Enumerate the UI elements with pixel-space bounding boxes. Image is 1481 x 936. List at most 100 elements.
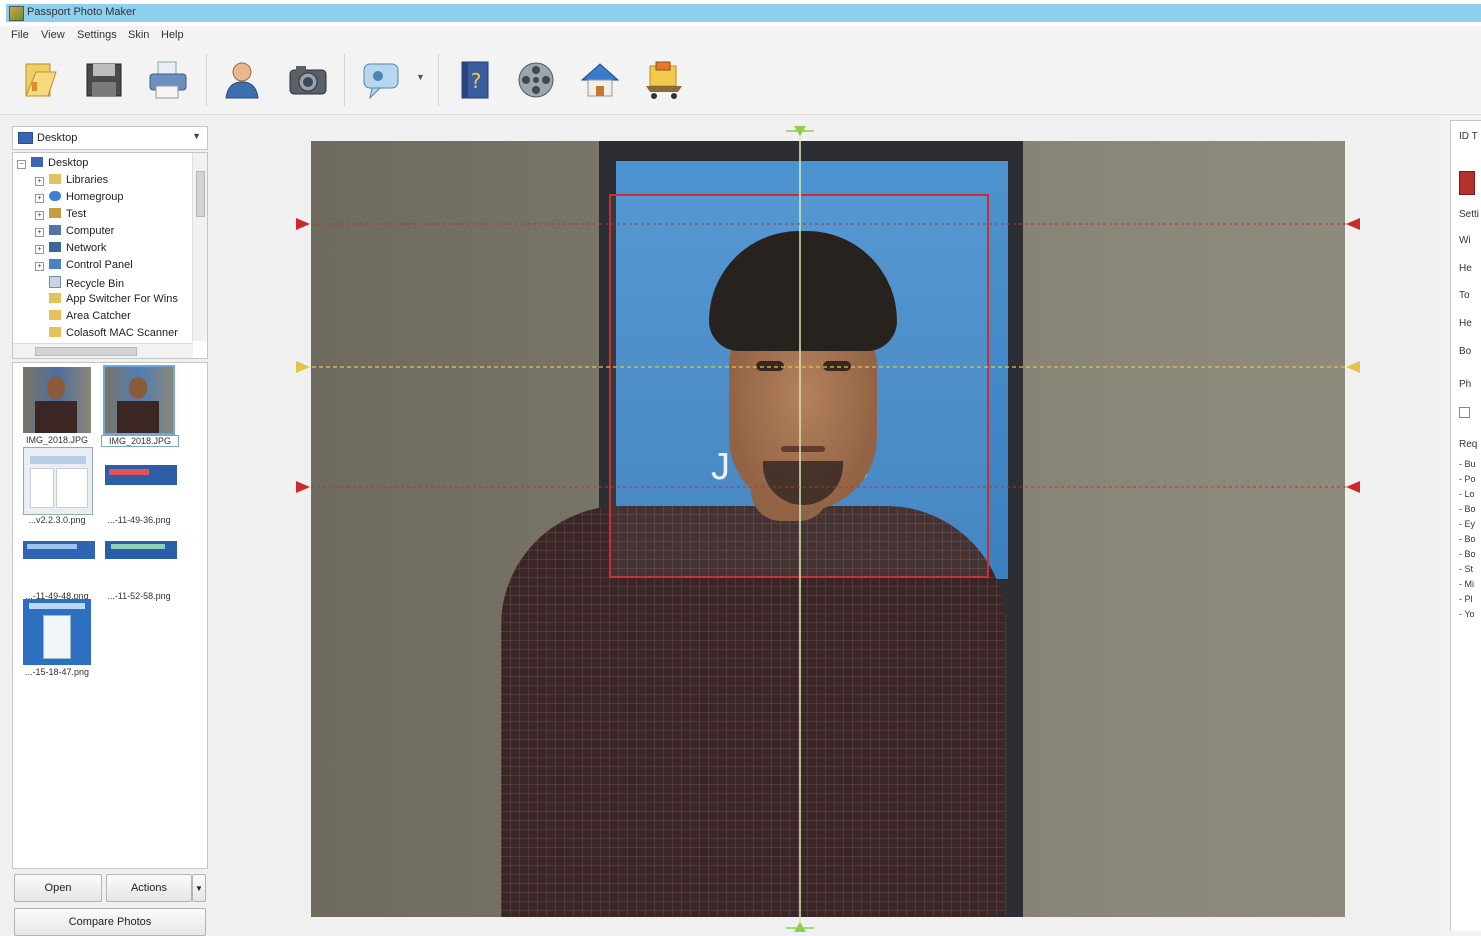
tree-expand-icon[interactable]: + xyxy=(35,228,44,237)
tree-expand-icon[interactable]: + xyxy=(35,211,44,220)
tree-label: Colasoft MAC Scanner xyxy=(66,327,178,339)
computer-icon xyxy=(49,225,61,235)
menu-settings[interactable]: Settings xyxy=(77,29,117,41)
film-reel-icon[interactable] xyxy=(510,56,562,104)
print-icon[interactable] xyxy=(142,56,194,104)
tree-label: Homegroup xyxy=(66,191,124,203)
tree-item-colasoft[interactable]: Colasoft MAC Scanner xyxy=(49,327,178,343)
menu-skin[interactable]: Skin xyxy=(128,29,149,41)
chevron-down-icon[interactable]: ▼ xyxy=(192,131,201,141)
help-book-icon[interactable]: ? xyxy=(448,56,500,104)
requirement-item: - Bo xyxy=(1459,549,1476,559)
folder-icon xyxy=(49,310,61,320)
requirement-item: - Bu xyxy=(1459,459,1476,469)
toolbar-separator xyxy=(344,54,345,106)
tree-item-recycle-bin[interactable]: Recycle Bin xyxy=(49,276,124,292)
tree-item-app-switcher[interactable]: App Switcher For Wins xyxy=(49,293,178,309)
homegroup-icon xyxy=(49,191,61,201)
desktop-icon xyxy=(18,132,33,144)
tree-expand-icon[interactable]: + xyxy=(35,262,44,271)
save-icon[interactable] xyxy=(78,56,130,104)
thumbnail-image xyxy=(105,523,177,589)
folder-combo[interactable]: Desktop ▼ xyxy=(12,126,208,150)
tree-label: Area Catcher xyxy=(66,310,131,322)
open-button[interactable]: Open xyxy=(14,874,102,902)
home-icon[interactable] xyxy=(574,56,626,104)
toolbar-separator xyxy=(438,54,439,106)
tree-label: Libraries xyxy=(66,174,109,186)
folder-combo-value: Desktop xyxy=(37,132,78,144)
network-icon xyxy=(49,242,61,252)
person-eye xyxy=(823,361,851,371)
actions-button[interactable]: Actions xyxy=(106,874,192,902)
folder-icon xyxy=(49,327,61,337)
window-title: Passport Photo Maker xyxy=(27,6,136,18)
requirement-item: - Lo xyxy=(1459,489,1475,499)
bottom-label: Bo xyxy=(1459,346,1472,357)
thumbnail-image xyxy=(23,447,93,515)
right-panel: ID T Setti Wi He To He Bo Ph Req - Bu - … xyxy=(1440,116,1481,936)
chevron-down-icon[interactable]: ▼ xyxy=(416,72,425,82)
tree-label: Network xyxy=(66,242,107,254)
tree-vertical-scrollbar[interactable] xyxy=(192,153,207,341)
scrollbar-thumb[interactable] xyxy=(196,171,205,217)
top-label: To xyxy=(1459,290,1470,301)
svg-text:?: ? xyxy=(471,69,482,93)
thumbnail-image xyxy=(23,599,91,665)
chevron-down-icon[interactable]: ▼ xyxy=(192,874,206,902)
control-panel-icon xyxy=(49,259,61,269)
tree-label: Desktop xyxy=(48,157,89,169)
id-type-icon[interactable] xyxy=(1459,171,1475,195)
tree-label: Recycle Bin xyxy=(66,278,125,290)
photo-canvas[interactable]: J re xyxy=(311,141,1345,917)
requirement-item: - Bo xyxy=(1459,504,1476,514)
camera-icon[interactable] xyxy=(282,56,334,104)
requirement-item: - St xyxy=(1459,564,1474,574)
photo-label: Ph xyxy=(1459,379,1472,390)
title-bar: Passport Photo Maker xyxy=(0,0,1481,26)
folder-tree[interactable]: − Desktop + Libraries + Homegroup + Test… xyxy=(12,152,208,359)
photo-checkbox[interactable] xyxy=(1459,407,1470,418)
requirement-item: - Yo xyxy=(1459,609,1475,619)
requirement-item: - Ey xyxy=(1459,519,1476,529)
tree-expand-icon[interactable]: + xyxy=(35,245,44,254)
person-eye xyxy=(756,361,784,371)
left-panel: Desktop ▼ − Desktop + Libraries + Homegr… xyxy=(10,122,208,936)
requirements-label: Req xyxy=(1459,439,1478,450)
open-folder-icon[interactable] xyxy=(14,56,66,104)
settings-label: Setti xyxy=(1459,209,1480,220)
recycle-bin-icon xyxy=(49,276,61,288)
head-label: He xyxy=(1459,318,1472,329)
panel-title: ID T xyxy=(1459,131,1478,142)
thumbnail-label: IMG_2018.JPG xyxy=(25,435,89,445)
speech-bubble-icon[interactable] xyxy=(356,56,408,104)
cart-icon[interactable] xyxy=(638,56,690,104)
tree-horizontal-scrollbar[interactable] xyxy=(13,343,193,358)
app-icon xyxy=(9,6,24,21)
person-mouth xyxy=(781,446,825,452)
thumbnail-image xyxy=(103,365,175,435)
requirement-item: - Mi xyxy=(1459,579,1474,589)
requirement-item: - Po xyxy=(1459,474,1476,484)
thumbnail-list: IMG_2018.JPG IMG_2018.JPG ...v2.2.3.0.pn… xyxy=(12,362,208,869)
tree-item-area-catcher[interactable]: Area Catcher xyxy=(49,310,131,326)
compare-photos-button[interactable]: Compare Photos xyxy=(14,908,206,936)
tree-collapse-icon[interactable]: − xyxy=(17,160,26,169)
menu-file[interactable]: File xyxy=(11,29,29,41)
tree-expand-icon[interactable]: + xyxy=(35,177,44,186)
thumbnail-image xyxy=(23,523,95,589)
width-label: Wi xyxy=(1459,235,1471,246)
tree-expand-icon[interactable]: + xyxy=(35,194,44,203)
thumbnail-image xyxy=(23,367,91,433)
scrollbar-thumb[interactable] xyxy=(35,347,137,356)
toolbar-separator xyxy=(206,54,207,106)
menu-bar: File View Settings Skin Help xyxy=(0,26,1481,46)
desktop-icon xyxy=(31,157,43,167)
tree-label: App Switcher For Wins xyxy=(66,293,178,305)
folder-icon xyxy=(49,293,61,303)
person-icon[interactable] xyxy=(216,56,268,104)
requirement-item: - Bo xyxy=(1459,534,1476,544)
menu-view[interactable]: View xyxy=(41,29,65,41)
title-bar-strip xyxy=(6,4,1481,22)
menu-help[interactable]: Help xyxy=(161,29,184,41)
